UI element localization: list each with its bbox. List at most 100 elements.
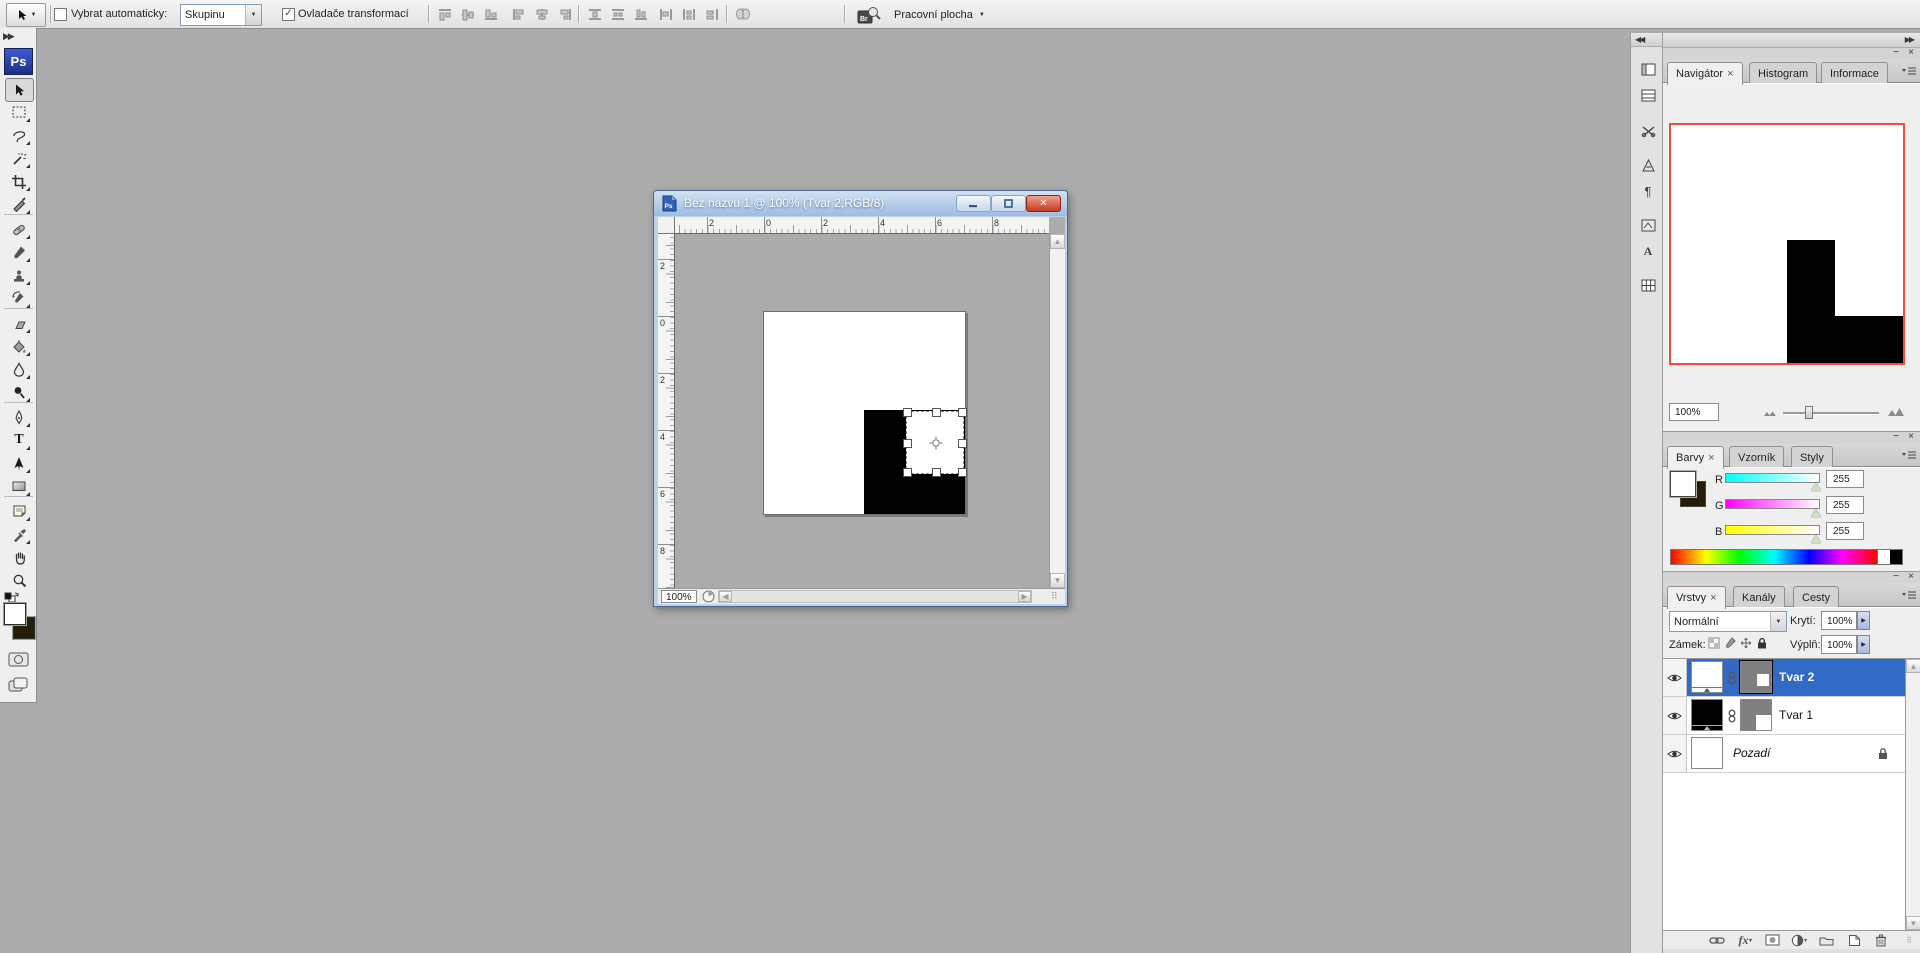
panel-close-icon[interactable]: × <box>1908 47 1914 58</box>
screen-mode-icon[interactable] <box>8 677 28 693</box>
vector-mask-thumbnail[interactable] <box>1740 661 1772 693</box>
collapsed-panel-icon-5[interactable]: ¶ <box>1636 180 1660 202</box>
transform-handle[interactable] <box>958 408 967 417</box>
link-mask-icon[interactable] <box>1727 709 1737 723</box>
red-slider-track[interactable] <box>1725 473 1820 483</box>
shape-layer-tvar2-selected[interactable] <box>906 411 964 474</box>
tab-cesty[interactable]: Cesty <box>1793 586 1839 608</box>
lasso-tool[interactable] <box>7 124 31 146</box>
layer-row-pozadi[interactable]: Pozadí <box>1663 735 1905 773</box>
distribute-horizontal-centers-icon[interactable] <box>680 6 698 22</box>
panel-minimize-icon[interactable]: − <box>1893 571 1899 582</box>
panel-menu-icon[interactable] <box>1901 450 1917 461</box>
navigator-zoom-slider-track[interactable] <box>1783 412 1879 415</box>
clone-stamp-tool[interactable] <box>7 264 31 286</box>
horizontal-ruler[interactable]: 2 0 2 4 6 8 <box>675 217 1049 234</box>
visibility-cell[interactable] <box>1663 697 1687 734</box>
history-brush-tool[interactable] <box>7 287 31 309</box>
collapsed-panel-icon-4[interactable] <box>1636 154 1660 176</box>
zoom-tool[interactable] <box>7 569 31 591</box>
transform-handle[interactable] <box>932 408 941 417</box>
status-info-icon[interactable] <box>702 590 715 603</box>
green-slider-track[interactable] <box>1725 499 1820 509</box>
canvas[interactable] <box>763 311 966 515</box>
collapsed-panel-icon-2[interactable] <box>1636 84 1660 106</box>
distribute-bottom-edges-icon[interactable] <box>632 6 650 22</box>
lock-position-icon[interactable] <box>1739 636 1753 649</box>
collapsed-panel-icon-6[interactable] <box>1636 214 1660 236</box>
eraser-tool[interactable] <box>7 312 31 334</box>
eyedropper-tool[interactable] <box>7 523 31 545</box>
zoom-in-mountains-icon[interactable] <box>1887 405 1905 417</box>
scroll-left-arrow[interactable]: ◀ <box>719 591 732 602</box>
tab-barvy[interactable]: Barvy× <box>1667 446 1724 469</box>
foreground-color-swatch[interactable] <box>4 603 26 625</box>
align-vertical-centers-icon[interactable] <box>459 6 477 22</box>
red-slider-thumb[interactable] <box>1811 483 1821 491</box>
adjustment-layer-icon[interactable]: ▾ <box>1789 933 1809 947</box>
color-spectrum-ramp[interactable] <box>1670 549 1878 565</box>
window-resize-grip[interactable]: ⠿ <box>1051 591 1058 602</box>
visibility-cell[interactable] <box>1663 659 1687 696</box>
dock-grip[interactable]: ◀◀ <box>1631 33 1662 47</box>
tab-histogram[interactable]: Histogram <box>1749 62 1817 84</box>
layer-row-tvar2[interactable]: Tvar 2 <box>1663 659 1905 697</box>
collapsed-panel-icon-1[interactable] <box>1636 58 1660 80</box>
align-bottom-edges-icon[interactable] <box>482 6 500 22</box>
blend-mode-dropdown[interactable]: Normální ▼ <box>1669 611 1787 632</box>
transform-handle[interactable] <box>958 468 967 477</box>
healing-brush-tool[interactable] <box>7 218 31 240</box>
layer-name[interactable]: Tvar 2 <box>1779 670 1814 684</box>
layer-name[interactable]: Pozadí <box>1733 746 1770 760</box>
zoom-percentage-field[interactable]: 100% <box>661 590 697 603</box>
green-slider-thumb[interactable] <box>1811 509 1821 517</box>
workspace-switcher[interactable]: Pracovní plocha ▼ <box>894 4 985 25</box>
transform-handle[interactable] <box>903 439 912 448</box>
add-layer-mask-icon[interactable] <box>1762 933 1782 947</box>
slice-tool[interactable] <box>7 193 31 215</box>
layer-name[interactable]: Tvar 1 <box>1779 708 1813 722</box>
delete-layer-trash-icon[interactable] <box>1871 933 1891 947</box>
tab-vzornik[interactable]: Vzorník <box>1729 446 1784 468</box>
distribute-right-edges-icon[interactable] <box>703 6 721 22</box>
blue-value-field[interactable]: 255 <box>1826 522 1864 540</box>
layer-fill-thumbnail[interactable] <box>1691 699 1723 731</box>
transform-handle[interactable] <box>932 468 941 477</box>
distribute-vertical-centers-icon[interactable] <box>609 6 627 22</box>
panel-close-icon[interactable]: × <box>1908 571 1914 582</box>
navigator-zoom-slider-thumb[interactable] <box>1805 406 1813 419</box>
fill-field[interactable]: 100% <box>1821 635 1857 654</box>
vertical-ruler[interactable]: 2 0 2 4 6 8 <box>658 234 675 588</box>
align-horizontal-centers-icon[interactable] <box>533 6 551 22</box>
black-shortcut-swatch[interactable] <box>1890 549 1903 565</box>
transform-handle[interactable] <box>958 439 967 448</box>
zoom-out-mountains-icon[interactable] <box>1763 409 1777 417</box>
rectangle-shape-tool[interactable] <box>7 475 31 497</box>
collapse-chevrons-icon[interactable]: ▶▶ <box>3 31 13 42</box>
distribute-top-edges-icon[interactable] <box>586 6 604 22</box>
hand-tool[interactable] <box>7 546 31 568</box>
blue-slider-track[interactable] <box>1725 525 1820 535</box>
magic-wand-tool[interactable] <box>7 147 31 169</box>
vector-mask-thumbnail[interactable] <box>1740 699 1772 731</box>
lock-pixels-icon[interactable] <box>1723 636 1737 649</box>
tab-close-icon[interactable]: × <box>1727 68 1733 80</box>
new-layer-icon[interactable] <box>1844 933 1864 947</box>
lock-transparency-icon[interactable] <box>1707 636 1721 649</box>
go-to-bridge-button[interactable]: Br <box>852 4 886 25</box>
align-right-edges-icon[interactable] <box>556 6 574 22</box>
auto-select-checkbox[interactable] <box>54 8 67 21</box>
layer-style-fx-icon[interactable]: fx▾ <box>1735 933 1755 947</box>
show-transform-controls-checkbox[interactable]: ✓ <box>282 8 295 21</box>
panel-close-icon[interactable]: × <box>1908 431 1914 442</box>
notes-tool[interactable] <box>7 500 31 522</box>
collapsed-panel-icon-3[interactable] <box>1636 120 1660 142</box>
tab-close-icon[interactable]: × <box>1710 592 1716 604</box>
ruler-origin-box[interactable] <box>658 217 675 234</box>
brush-tool[interactable] <box>7 241 31 263</box>
layer-row-tvar1[interactable]: Tvar 1 <box>1663 697 1905 735</box>
layer-thumbnail[interactable] <box>1691 737 1723 769</box>
panel-minimize-icon[interactable]: − <box>1893 431 1899 442</box>
blue-slider-thumb[interactable] <box>1811 535 1821 543</box>
panel-menu-icon[interactable] <box>1901 590 1917 601</box>
